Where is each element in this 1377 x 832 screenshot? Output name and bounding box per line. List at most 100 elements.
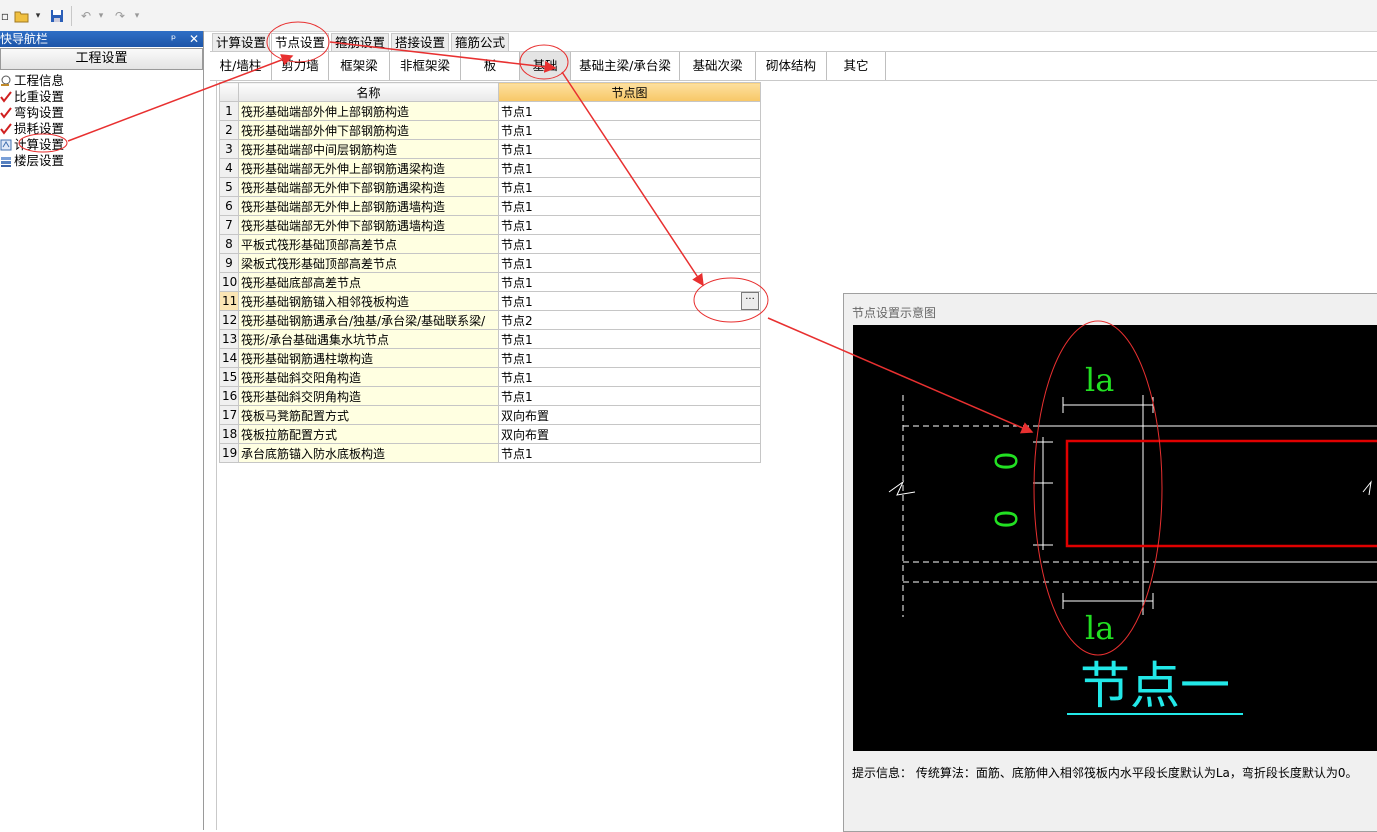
tab-calc-settings[interactable]: 计算设置	[212, 33, 271, 52]
nav-item-label: 比重设置	[14, 89, 65, 104]
nav-item-hook[interactable]: 弯钩设置	[0, 105, 64, 121]
category-foundation[interactable]: 基础	[520, 52, 571, 80]
layers-icon	[0, 155, 12, 167]
check-icon	[0, 107, 12, 119]
table-row[interactable]: 13 筏形/承台基础遇集水坑节点 节点1	[219, 329, 761, 349]
row-name: 平板式筏形基础顶部高差节点	[238, 234, 499, 254]
table-row[interactable]: 17 筏板马凳筋配置方式 双向布置	[219, 405, 761, 425]
redo-icon[interactable]: ↷	[112, 6, 128, 26]
table-row[interactable]: 18 筏板拉筋配置方式 双向布置	[219, 424, 761, 444]
category-other[interactable]: 其它	[827, 52, 886, 80]
table-row[interactable]: 15 筏形基础斜交阳角构造 节点1	[219, 367, 761, 387]
category-foundation-secondary-beam[interactable]: 基础次梁	[680, 52, 756, 80]
row-value[interactable]: 节点1	[498, 101, 761, 121]
tab-node-settings[interactable]: 节点设置	[271, 33, 330, 52]
close-icon[interactable]: ✕	[189, 31, 199, 47]
table-row[interactable]: 1 筏形基础端部外伸上部钢筋构造 节点1	[219, 101, 761, 121]
category-shear-wall[interactable]: 剪力墙	[272, 52, 329, 80]
row-name: 筏形基础斜交阴角构造	[238, 386, 499, 406]
row-name: 筏形基础端部无外伸上部钢筋遇梁构造	[238, 158, 499, 178]
save-icon[interactable]	[48, 6, 66, 26]
table-row[interactable]: 2 筏形基础端部外伸下部钢筋构造 节点1	[219, 120, 761, 140]
table-row-selected[interactable]: 11 筏形基础钢筋锚入相邻筏板构造 节点1 ···	[219, 291, 761, 311]
row-value[interactable]: 节点1	[498, 386, 761, 406]
dimension-label-bottom: la	[1085, 609, 1114, 647]
tab-lap-settings[interactable]: 搭接设置	[391, 33, 450, 52]
tab-stirrup-formula[interactable]: 箍筋公式	[451, 33, 510, 52]
row-value[interactable]: 节点1	[498, 253, 761, 273]
row-name: 筏形基础钢筋锚入相邻筏板构造	[238, 291, 499, 311]
row-value[interactable]: 节点2	[498, 310, 761, 330]
node-diagram-window: 节点设置示意图 la la 0 0 节点一 提示信息： 传统算法：面筋、底筋伸入…	[843, 293, 1377, 832]
row-value[interactable]: 节点1	[498, 234, 761, 254]
nav-title: 快导航栏	[0, 32, 49, 46]
category-slab[interactable]: 板	[461, 52, 520, 80]
grid-corner	[219, 82, 239, 102]
nav-item-project-info[interactable]: 工程信息	[0, 73, 64, 89]
row-value[interactable]: 节点1	[498, 272, 761, 292]
nav-item-floor[interactable]: 楼层设置	[0, 153, 64, 169]
row-value[interactable]: 节点1	[498, 367, 761, 387]
row-name: 筏形基础端部中间层钢筋构造	[238, 139, 499, 159]
row-value[interactable]: 节点1	[498, 177, 761, 197]
table-row[interactable]: 6 筏形基础端部无外伸上部钢筋遇墙构造 节点1	[219, 196, 761, 216]
nav-section-header[interactable]: 工程设置	[0, 48, 203, 70]
row-value[interactable]: 节点1	[498, 443, 761, 463]
row-value[interactable]: 双向布置	[498, 405, 761, 425]
tab-stirrup-settings[interactable]: 箍筋设置	[331, 33, 390, 52]
nav-title-bar: 快导航栏 ᵖ ✕	[0, 31, 203, 47]
dimension-label-top: la	[1085, 361, 1114, 399]
magnifier-icon	[0, 75, 12, 87]
open-dropdown-icon[interactable]: ▾	[33, 6, 43, 26]
row-value[interactable]: 节点1	[498, 329, 761, 349]
table-row[interactable]: 12 筏形基础钢筋遇承台/独基/承台梁/基础联系梁/节点2	[219, 310, 761, 330]
pin-icon[interactable]: ᵖ	[171, 31, 176, 47]
row-name: 筏形基础端部外伸上部钢筋构造	[238, 101, 499, 121]
row-value[interactable]: 节点1	[498, 158, 761, 178]
row-name: 筏形基础端部无外伸上部钢筋遇墙构造	[238, 196, 499, 216]
redo-dropdown-icon[interactable]: ▾	[132, 6, 142, 26]
row-value[interactable]: 节点1	[498, 196, 761, 216]
row-number: 4	[219, 158, 239, 178]
table-row[interactable]: 3 筏形基础端部中间层钢筋构造 节点1	[219, 139, 761, 159]
row-value-editing[interactable]: 节点1 ···	[498, 291, 761, 311]
table-row[interactable]: 9 梁板式筏形基础顶部高差节点 节点1	[219, 253, 761, 273]
table-row[interactable]: 14 筏形基础钢筋遇柱墩构造 节点1	[219, 348, 761, 368]
row-value[interactable]: 双向布置	[498, 424, 761, 444]
row-value[interactable]: 节点1	[498, 348, 761, 368]
category-foundation-main-beam[interactable]: 基础主梁/承台梁	[571, 52, 680, 80]
row-name: 筏形基础端部无外伸下部钢筋遇梁构造	[238, 177, 499, 197]
table-row[interactable]: 5 筏形基础端部无外伸下部钢筋遇梁构造 节点1	[219, 177, 761, 197]
table-row[interactable]: 4 筏形基础端部无外伸上部钢筋遇梁构造 节点1	[219, 158, 761, 178]
row-number: 12	[219, 310, 239, 330]
row-value[interactable]: 节点1	[498, 139, 761, 159]
nav-item-calc[interactable]: 计算设置	[0, 137, 64, 153]
new-file-icon[interactable]: ▫	[0, 6, 10, 26]
nav-item-label: 计算设置	[14, 137, 65, 152]
break-mark-right	[1362, 480, 1372, 496]
row-name: 梁板式筏形基础顶部高差节点	[238, 253, 499, 273]
grid-header-row: 名称 节点图	[219, 82, 761, 102]
grid-header-name[interactable]: 名称	[238, 82, 499, 102]
nav-item-label: 弯钩设置	[14, 105, 65, 120]
nav-item-density[interactable]: 比重设置	[0, 89, 64, 105]
table-row[interactable]: 16 筏形基础斜交阴角构造 节点1	[219, 386, 761, 406]
undo-dropdown-icon[interactable]: ▾	[96, 6, 106, 26]
row-value[interactable]: 节点1	[498, 120, 761, 140]
table-row[interactable]: 7 筏形基础端部无外伸下部钢筋遇墙构造 节点1	[219, 215, 761, 235]
category-non-frame-beam[interactable]: 非框架梁	[390, 52, 461, 80]
nav-item-loss[interactable]: 损耗设置	[0, 121, 64, 137]
table-row[interactable]: 10 筏形基础底部高差节点 节点1	[219, 272, 761, 292]
undo-icon[interactable]: ↶	[78, 6, 94, 26]
category-masonry[interactable]: 砌体结构	[756, 52, 827, 80]
row-value[interactable]: 节点1	[498, 215, 761, 235]
category-frame-beam[interactable]: 框架梁	[329, 52, 390, 80]
grid-header-node[interactable]: 节点图	[498, 82, 761, 102]
row-number: 5	[219, 177, 239, 197]
category-column[interactable]: 柱/墙柱	[210, 52, 272, 80]
table-row[interactable]: 19 承台底筋锚入防水底板构造 节点1	[219, 443, 761, 463]
open-folder-icon[interactable]	[12, 6, 32, 26]
ellipsis-button[interactable]: ···	[741, 292, 759, 310]
table-row[interactable]: 8 平板式筏形基础顶部高差节点 节点1	[219, 234, 761, 254]
nav-item-label: 楼层设置	[14, 153, 65, 168]
